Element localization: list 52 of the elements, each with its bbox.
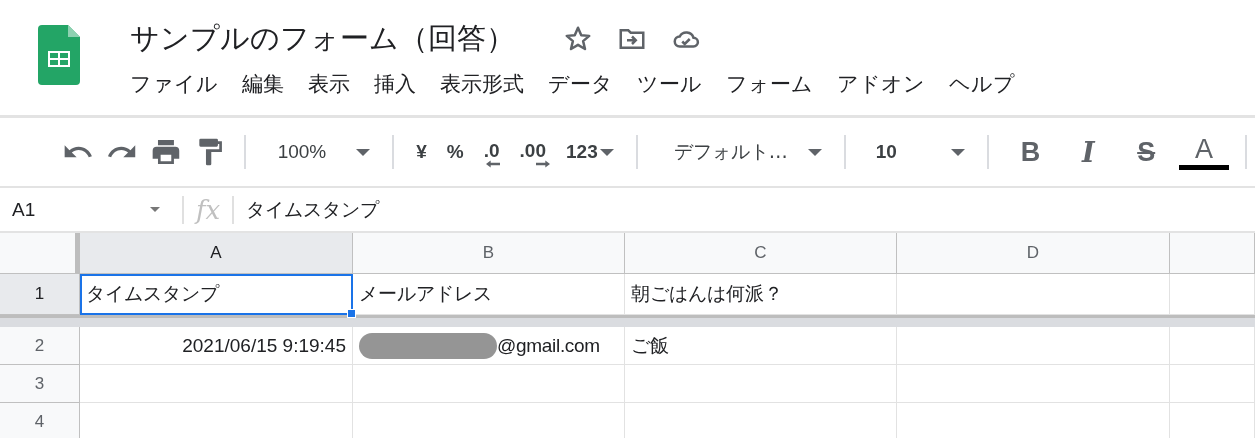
font-dropdown[interactable]: デフォルト… [653,135,828,169]
bold-button[interactable]: B [1005,132,1056,172]
currency-button[interactable]: ¥ [410,137,433,167]
document-title[interactable]: サンプルのフォーム（回答） [130,19,515,59]
menu-item[interactable]: ファイル [130,70,218,98]
column-header[interactable]: B [353,233,625,274]
font-size-dropdown[interactable]: 10 [861,137,972,167]
sheets-logo-icon[interactable] [38,25,80,85]
menu-item[interactable]: ヘルプ [949,70,1015,98]
table-cell[interactable] [353,365,625,403]
table-cell[interactable] [897,327,1170,365]
table-cell[interactable]: @gmail.com [353,327,625,365]
formula-input[interactable]: タイムスタンプ [246,196,380,223]
table-cell[interactable] [1170,365,1255,403]
cell-text: @gmail.com [497,334,600,357]
text-color-button[interactable]: A [1179,134,1229,170]
menu-item[interactable]: アドオン [837,70,925,98]
column-header[interactable]: D [897,233,1170,274]
menu-item[interactable]: ツール [637,70,702,98]
percent-button[interactable]: % [440,137,470,167]
increase-decimal-button[interactable]: .00 [513,136,552,168]
decrease-decimal-button[interactable]: .0 [477,136,506,168]
row-header[interactable]: 3 [0,365,80,403]
table-cell[interactable]: ご飯 [625,327,897,365]
zoom-dropdown[interactable]: 100% [261,137,377,167]
menu-item[interactable]: 挿入 [374,70,416,98]
table-cell[interactable] [625,365,897,403]
menu-item[interactable]: 表示 [308,70,350,98]
table-cell[interactable]: 2021/06/15 9:19:45 [80,327,353,365]
row-header[interactable]: 2 [0,327,80,365]
formula-label: fx [196,194,221,225]
strikethrough-button[interactable]: S [1121,132,1172,172]
row-header[interactable]: 4 [0,403,80,438]
row-header[interactable]: 1 [0,274,80,315]
menu-item[interactable]: データ [548,70,613,98]
name-box[interactable]: A1 [0,188,170,231]
table-cell[interactable] [80,365,353,403]
menu-item[interactable]: 表示形式 [440,70,524,98]
menu-item[interactable]: フォーム [726,70,813,98]
table-cell[interactable] [1170,327,1255,365]
menu-item[interactable]: 編集 [242,70,284,98]
table-cell[interactable] [897,365,1170,403]
table-cell[interactable]: タイムスタンプ [80,274,353,315]
fill-handle[interactable] [347,309,356,318]
column-header[interactable]: A [80,233,353,274]
italic-button[interactable]: I [1063,132,1114,172]
number-format-dropdown[interactable]: 123 [560,137,620,167]
select-all-corner[interactable] [0,233,80,274]
column-header[interactable]: C [625,233,897,274]
left-arrow-icon [485,160,500,168]
right-arrow-icon [536,160,550,168]
column-header[interactable] [1170,233,1255,274]
